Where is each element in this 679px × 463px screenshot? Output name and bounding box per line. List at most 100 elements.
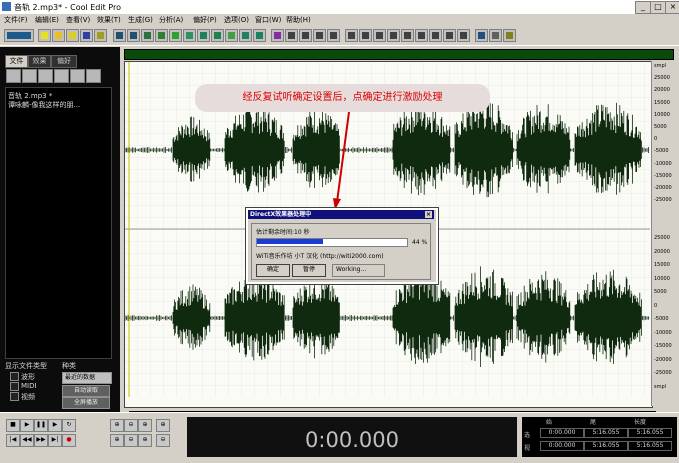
selection-end-field[interactable]: 5:16.055 bbox=[584, 428, 628, 438]
menu-file[interactable]: 文件(F) bbox=[4, 15, 28, 25]
file-list[interactable]: 音轨 2.mp3 * 谭咏麟-像我这样的朋... bbox=[5, 87, 112, 359]
menu-analyze[interactable]: 分析(A) bbox=[159, 15, 183, 25]
menu-generate[interactable]: 生成(G) bbox=[128, 15, 153, 25]
ruler-label: -5000 bbox=[654, 316, 669, 322]
loop-button[interactable]: ↻ bbox=[62, 419, 76, 432]
ruler-label: 20000 bbox=[654, 248, 670, 255]
delete-button[interactable] bbox=[239, 29, 252, 42]
overview-bar[interactable] bbox=[124, 49, 674, 60]
trim-button[interactable] bbox=[225, 29, 238, 42]
video-checkbox[interactable] bbox=[10, 392, 19, 401]
help-icon[interactable] bbox=[86, 69, 101, 83]
menu-edit[interactable]: 编辑(E) bbox=[35, 15, 59, 25]
view-button-d[interactable] bbox=[387, 29, 400, 42]
pause-button[interactable]: 暂停 bbox=[292, 264, 326, 277]
midi-checkbox[interactable] bbox=[10, 382, 19, 391]
zoom-full-icon[interactable]: ⊕ bbox=[138, 419, 152, 432]
zoom-selection-icon[interactable]: ⊕ bbox=[156, 419, 170, 432]
open-file-button[interactable] bbox=[52, 29, 65, 42]
play-to-end-button[interactable]: ▶ bbox=[48, 419, 62, 432]
menu-view[interactable]: 查看(V) bbox=[66, 15, 90, 25]
video-label: 视频 bbox=[21, 393, 35, 401]
minimize-button[interactable]: _ bbox=[635, 1, 651, 14]
mode-toggle-button[interactable] bbox=[4, 29, 34, 42]
paste-new-button[interactable] bbox=[197, 29, 210, 42]
close-file-icon[interactable] bbox=[38, 69, 53, 83]
zoom-out-horizontal-icon[interactable]: ⊖ bbox=[124, 419, 138, 432]
zoom-out-vertical-icon[interactable]: ⊖ bbox=[156, 434, 170, 447]
fast-forward-button[interactable]: ▶▶ bbox=[34, 434, 48, 447]
edit-file-icon[interactable] bbox=[54, 69, 69, 83]
ruler-label: 10000 bbox=[654, 111, 670, 118]
view-button-e[interactable] bbox=[401, 29, 414, 42]
fullscreen-play-button[interactable]: 全屏播放 bbox=[62, 397, 110, 409]
view-length-field[interactable]: 5:16.055 bbox=[628, 441, 672, 451]
ruler-label: 15000 bbox=[654, 262, 670, 268]
undo-button[interactable] bbox=[113, 29, 126, 42]
cut-button[interactable] bbox=[169, 29, 182, 42]
menu-window[interactable]: 窗口(W) bbox=[255, 15, 281, 25]
copy-button[interactable] bbox=[155, 29, 168, 42]
list-item[interactable]: 谭咏麟-像我这样的朋... bbox=[8, 100, 80, 110]
cd-button[interactable] bbox=[94, 29, 107, 42]
menu-preferences[interactable]: 偏好(P) bbox=[193, 15, 217, 25]
import-icon[interactable] bbox=[22, 69, 37, 83]
maximize-button[interactable]: □ bbox=[650, 1, 666, 14]
ruler-label: 20000 bbox=[654, 87, 670, 94]
view-button-c[interactable] bbox=[373, 29, 386, 42]
go-start-button[interactable]: |◀ bbox=[6, 434, 20, 447]
view-button-i[interactable] bbox=[457, 29, 470, 42]
insert-icon[interactable] bbox=[70, 69, 85, 83]
edit-tool-button[interactable] bbox=[271, 29, 284, 42]
zoom-left-icon[interactable]: ⊕ bbox=[110, 434, 124, 447]
view-button-f[interactable] bbox=[415, 29, 428, 42]
open-append-button[interactable] bbox=[66, 29, 79, 42]
menu-effects[interactable]: 效果(T) bbox=[97, 15, 121, 25]
go-end-button[interactable]: ▶| bbox=[48, 434, 62, 447]
directx-processing-dialog: DirectX效果器处理中 × 估计剩余时间:10 秒 44 % WiTi音乐作… bbox=[245, 207, 439, 285]
zoom-right-icon[interactable]: ⊖ bbox=[124, 434, 138, 447]
mix-paste-button[interactable] bbox=[211, 29, 224, 42]
waveform-checkbox[interactable] bbox=[10, 372, 19, 381]
selection-start-field[interactable]: 0:00.000 bbox=[540, 428, 584, 438]
effect-button-a[interactable] bbox=[299, 29, 312, 42]
save-button[interactable] bbox=[80, 29, 93, 42]
effect-button-b[interactable] bbox=[313, 29, 326, 42]
view-button-b[interactable] bbox=[359, 29, 372, 42]
view-button-g[interactable] bbox=[429, 29, 442, 42]
info-button[interactable] bbox=[503, 29, 516, 42]
record-button[interactable]: ● bbox=[62, 434, 76, 447]
zoom-in-vertical-icon[interactable]: ⊕ bbox=[138, 434, 152, 447]
ok-button[interactable]: 确定 bbox=[256, 264, 290, 277]
view-button-h[interactable] bbox=[443, 29, 456, 42]
open-icon[interactable] bbox=[6, 69, 21, 83]
close-button[interactable]: × bbox=[665, 1, 679, 14]
silence-button[interactable] bbox=[253, 29, 266, 42]
zoom-in-horizontal-icon[interactable]: ⊕ bbox=[110, 419, 124, 432]
sort-select[interactable]: 最近的数据 bbox=[62, 372, 112, 384]
effect-button-c[interactable] bbox=[327, 29, 340, 42]
dialog-close-button[interactable]: × bbox=[425, 211, 432, 218]
repeat-button[interactable] bbox=[141, 29, 154, 42]
envelope-tool-button[interactable] bbox=[285, 29, 298, 42]
redo-button[interactable] bbox=[127, 29, 140, 42]
paste-button[interactable] bbox=[183, 29, 196, 42]
stop-button[interactable]: ■ bbox=[6, 419, 20, 432]
tab-files[interactable]: 文件 bbox=[5, 55, 28, 68]
view-button-a[interactable] bbox=[345, 29, 358, 42]
rewind-button[interactable]: ◀◀ bbox=[20, 434, 34, 447]
pause-transport-button[interactable]: ❚❚ bbox=[34, 419, 48, 432]
view-end-field[interactable]: 5:16.055 bbox=[584, 441, 628, 451]
menu-options[interactable]: 选项(O) bbox=[224, 15, 249, 25]
settings-button[interactable] bbox=[489, 29, 502, 42]
view-start-field[interactable]: 0:00.000 bbox=[540, 441, 584, 451]
selection-length-field[interactable]: 5:16.055 bbox=[628, 428, 672, 438]
play-button[interactable]: ▶ bbox=[20, 419, 34, 432]
ruler-label: 5000 bbox=[654, 124, 667, 130]
script-button[interactable] bbox=[475, 29, 488, 42]
new-file-button[interactable] bbox=[38, 29, 51, 42]
tab-effects[interactable]: 效果 bbox=[28, 55, 51, 68]
tab-favorites[interactable]: 偏好 bbox=[51, 55, 77, 68]
menu-help[interactable]: 帮助(H) bbox=[286, 15, 311, 25]
auto-read-button[interactable]: 自动读取 bbox=[62, 385, 110, 397]
